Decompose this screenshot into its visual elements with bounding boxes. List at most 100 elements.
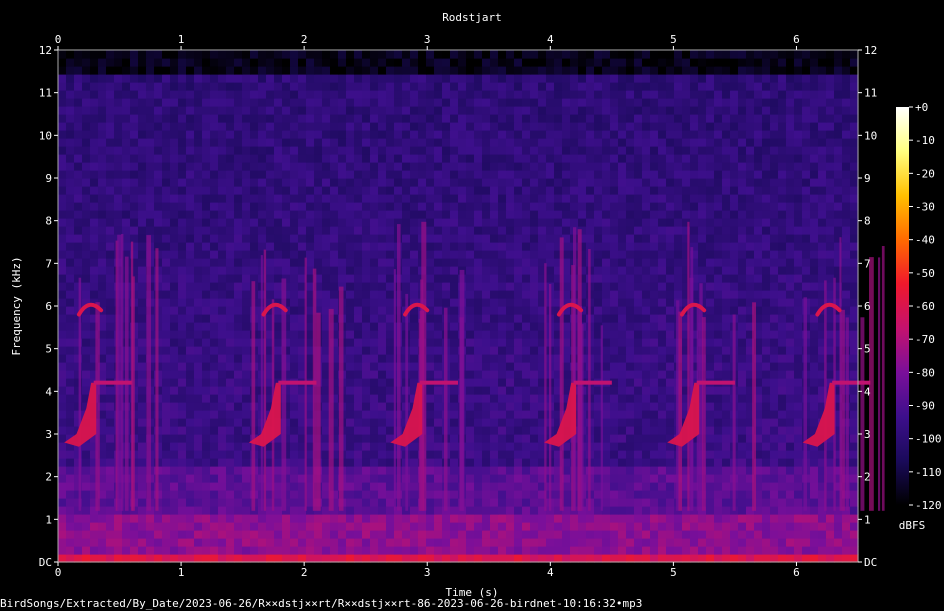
spectrogram-cell (66, 426, 75, 435)
spectrogram-cell (690, 546, 699, 555)
spectrogram-cell (610, 442, 619, 451)
spectrogram-cell (218, 314, 227, 323)
spectrogram-cell (538, 226, 547, 235)
spectrogram-cell (458, 162, 467, 171)
spectrogram-cell (842, 170, 851, 179)
spectrogram-cell (746, 218, 755, 227)
spectrogram-cell (642, 370, 651, 379)
spectrogram-cell (482, 466, 491, 475)
spectrogram-cell (650, 546, 659, 555)
spectrogram-cell (202, 210, 211, 219)
spectrogram-cell (490, 290, 499, 299)
spectrogram-cell (642, 338, 651, 347)
spectrogram-cell (178, 538, 187, 547)
spectrogram-cell (490, 178, 499, 187)
spectrogram-cell (730, 250, 739, 259)
spectrogram-cell (362, 538, 371, 547)
spectrogram-cell (434, 546, 443, 555)
spectrogram-cell (578, 554, 587, 563)
spectrogram-cell (402, 514, 411, 523)
spectrogram-cell (514, 410, 523, 419)
spectrogram-cell (794, 170, 803, 179)
spectrogram-cell (826, 178, 835, 187)
spectrogram-cell (346, 370, 355, 379)
spectrogram-cell (626, 378, 635, 387)
spectrogram-cell (154, 170, 163, 179)
spectrogram-cell (74, 250, 83, 259)
spectrogram-cell (58, 522, 67, 531)
spectrogram-cell (226, 234, 235, 243)
spectrogram-cell (282, 234, 291, 243)
spectrogram-cell (618, 426, 627, 435)
spectrogram-cell (90, 554, 99, 563)
spectrogram-cell (834, 210, 843, 219)
spectrogram-cell (562, 538, 571, 547)
spectrogram-cell (714, 426, 723, 435)
spectrogram-cell (210, 178, 219, 187)
spectrogram-cell (346, 338, 355, 347)
spectrogram-cell (434, 482, 443, 491)
spectrogram-cell (642, 306, 651, 315)
spectrogram-cell (66, 266, 75, 275)
spectrogram-cell (386, 474, 395, 483)
spectrogram-cell (506, 274, 515, 283)
spectrogram-cell (818, 522, 827, 531)
spectrogram-cell (458, 218, 467, 227)
spectrogram-cell (498, 530, 507, 539)
spectrogram-cell (234, 290, 243, 299)
spectrogram-cell (474, 226, 483, 235)
spectrogram-cell (330, 258, 339, 267)
spectrogram-cell (730, 186, 739, 195)
spectrogram-cell (378, 234, 387, 243)
spectrogram-cell (586, 210, 595, 219)
spectrogram-cell (714, 202, 723, 211)
spectrogram-cell (482, 458, 491, 467)
spectrogram-cell (330, 210, 339, 219)
spectrogram-cell (610, 498, 619, 507)
spectrogram-cell (218, 210, 227, 219)
spectrogram-cell (466, 354, 475, 363)
spectrogram-cell (346, 474, 355, 483)
spectrogram-cell (290, 178, 299, 187)
spectrogram-cell (474, 314, 483, 323)
spectrogram-cell (402, 546, 411, 555)
spectrogram-cell (434, 186, 443, 195)
spectrogram-cell (754, 234, 763, 243)
spectrogram-cell (266, 538, 275, 547)
spectrogram-cell (658, 322, 667, 331)
spectrogram-cell (778, 530, 787, 539)
spectrogram-cell (162, 538, 171, 547)
spectrogram-cell (378, 298, 387, 307)
spectrogram-cell (202, 178, 211, 187)
spectrogram-cell (786, 522, 795, 531)
spectrogram-cell (810, 242, 819, 251)
spectrogram-cell (522, 482, 531, 491)
spectrogram-cell (530, 306, 539, 315)
spectrogram-cell (530, 458, 539, 467)
spectrogram-cell (658, 346, 667, 355)
spectrogram-cell (842, 178, 851, 187)
spectrogram-cell (66, 514, 75, 523)
spectrogram-cell (466, 538, 475, 547)
spectrogram-cell (626, 386, 635, 395)
spectrogram-cell (746, 210, 755, 219)
spectrogram-cell (626, 290, 635, 299)
spectrogram-cell (842, 274, 851, 283)
spectrogram-cell (506, 186, 515, 195)
spectrogram-cell (482, 546, 491, 555)
spectrogram-cell (810, 250, 819, 259)
spectrogram-cell (82, 170, 91, 179)
spectrogram-cell (714, 170, 723, 179)
spectrogram-cell (290, 162, 299, 171)
spectrogram-cell (722, 234, 731, 243)
spectrogram-cell (242, 250, 251, 259)
spectrogram-cell (778, 210, 787, 219)
spectrogram-cell (602, 290, 611, 299)
spectrogram-cell (746, 242, 755, 251)
spectrogram-cell (618, 202, 627, 211)
spectrogram-cell (274, 466, 283, 475)
spectrogram-cell (434, 322, 443, 331)
spectrogram-cell (378, 434, 387, 443)
spectrogram-cell (530, 274, 539, 283)
spectrogram-cell (378, 442, 387, 451)
